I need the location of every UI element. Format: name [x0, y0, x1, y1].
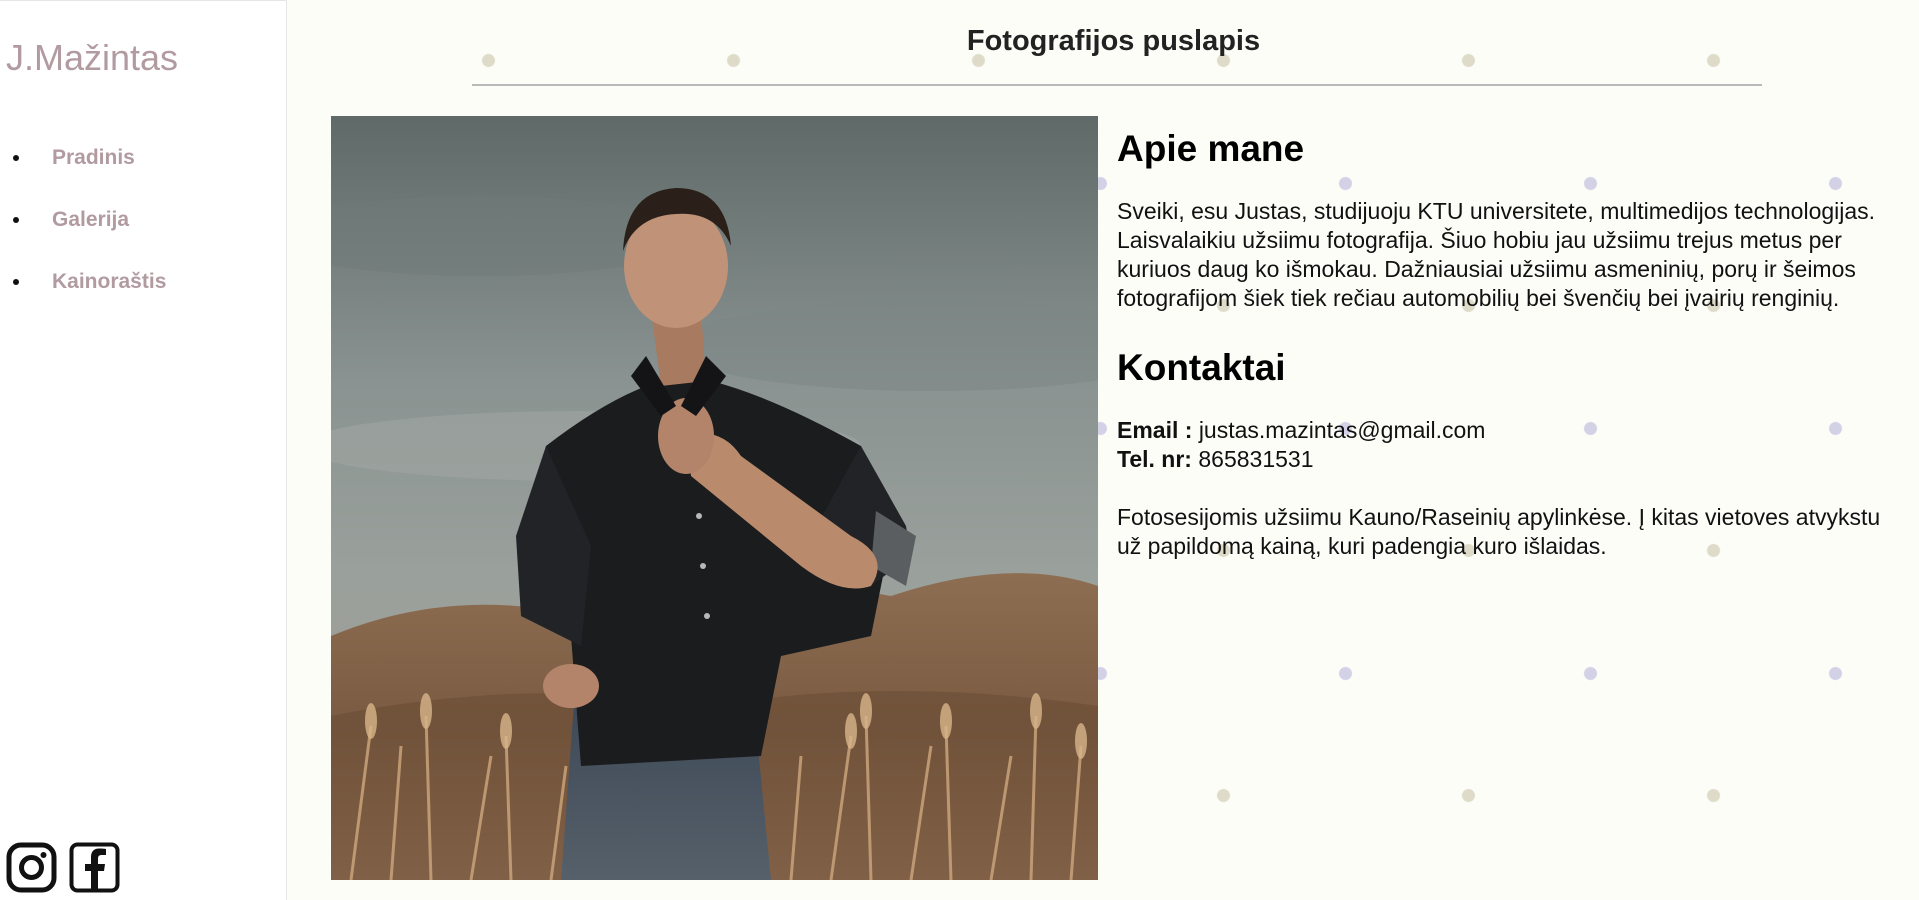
- location-note: Fotosesijomis užsiimu Kauno/Raseinių apy…: [1117, 504, 1881, 559]
- contact-details: Email : justas.mazintas@gmail.com Tel. n…: [1117, 416, 1907, 474]
- portrait-photo: [331, 116, 1098, 880]
- bullet-icon: [13, 155, 19, 161]
- nav-link-kainorastis[interactable]: Kainoraštis: [52, 270, 166, 294]
- sidebar: J.Mažintas Pradinis Galerija Kainoraštis: [0, 0, 287, 900]
- about-text: Sveiki, esu Justas, studijuoju KTU unive…: [1117, 198, 1876, 311]
- email-value[interactable]: justas.mazintas@gmail.com: [1199, 417, 1486, 443]
- phone-value[interactable]: 865831531: [1198, 446, 1313, 472]
- contacts-heading: Kontaktai: [1117, 347, 1286, 388]
- page-title: Fotografijos puslapis: [966, 25, 1261, 57]
- email-label: Email :: [1117, 417, 1193, 443]
- phone-label: Tel. nr:: [1117, 446, 1192, 472]
- nav-link-pradinis[interactable]: Pradinis: [52, 146, 135, 170]
- social-links: [6, 842, 120, 893]
- email-line: Email : justas.mazintas@gmail.com: [1117, 416, 1907, 445]
- main-content: Fotografijos puslapis Apie mane Sveiki, …: [288, 0, 1919, 900]
- site-logo[interactable]: J.Mažintas: [6, 37, 178, 79]
- phone-line: Tel. nr: 865831531: [1117, 445, 1907, 474]
- instagram-icon[interactable]: [6, 842, 57, 893]
- facebook-icon[interactable]: [69, 842, 120, 893]
- content-column: Apie mane Sveiki, esu Justas, studijuoju…: [1117, 127, 1907, 584]
- about-heading: Apie mane: [1117, 128, 1305, 169]
- title-divider: [472, 84, 1762, 86]
- nav-link-galerija[interactable]: Galerija: [52, 208, 129, 232]
- bullet-icon: [13, 279, 19, 285]
- bullet-icon: [13, 217, 19, 223]
